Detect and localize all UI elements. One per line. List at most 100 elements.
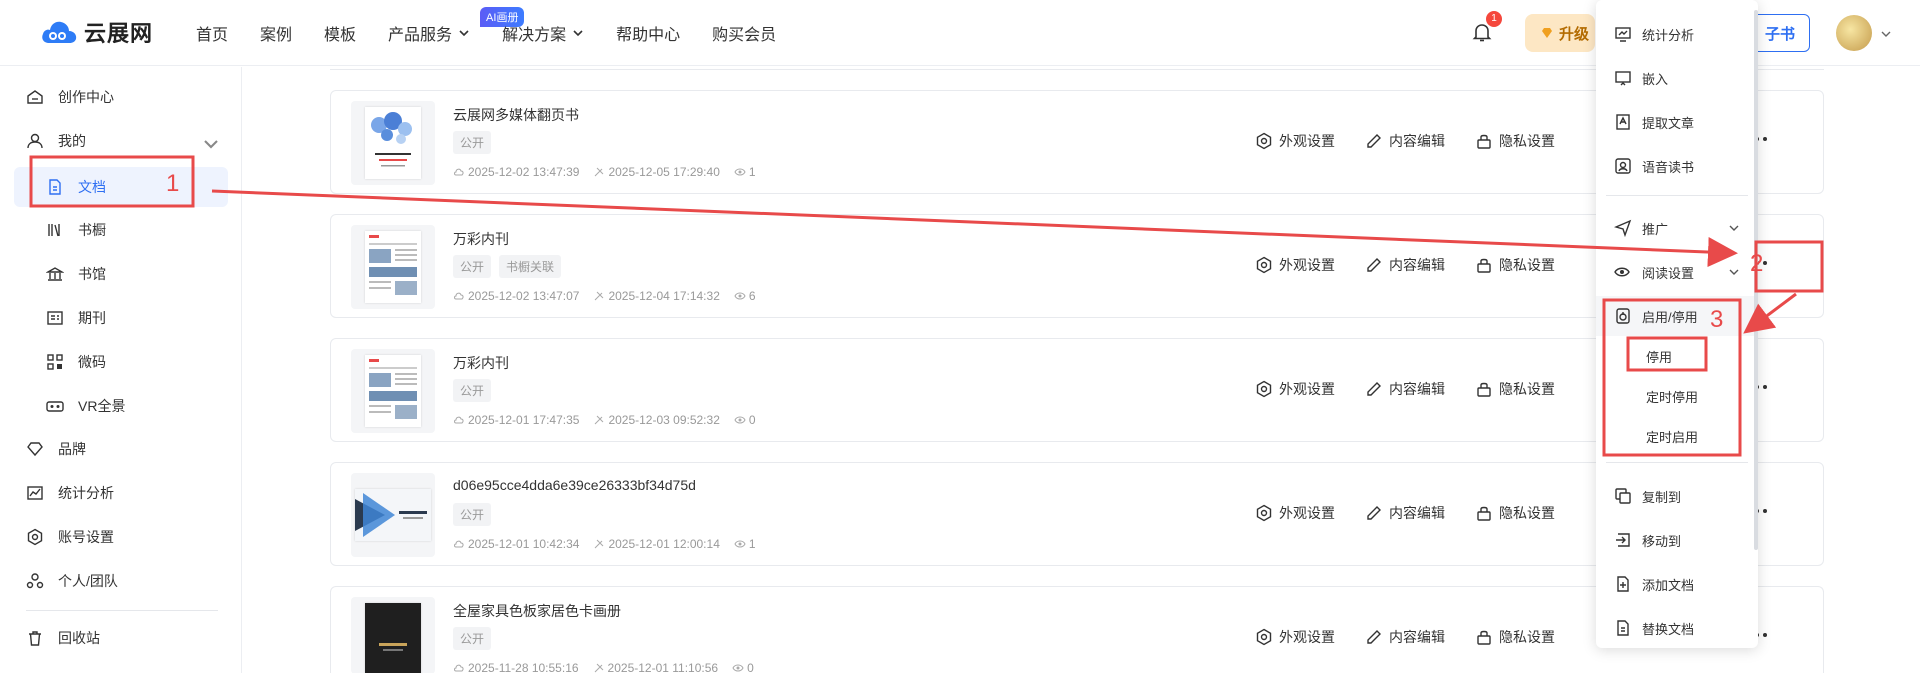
monitor-chart-icon: [1615, 27, 1631, 42]
user-icon: [27, 133, 43, 149]
sidebar-item-documents[interactable]: 文档: [14, 167, 228, 207]
eye-icon: [734, 540, 746, 548]
menu-label: 定时停用: [1646, 389, 1699, 405]
menu-item-timed-enable[interactable]: 定时启用: [1596, 416, 1758, 456]
nav-label: 帮助中心: [616, 27, 681, 44]
nav-membership[interactable]: 购买会员: [712, 21, 776, 45]
sidebar-item-library[interactable]: 书馆: [0, 254, 242, 294]
sidebar-item-statistics[interactable]: 统计分析: [0, 473, 242, 513]
nav-templates[interactable]: 模板: [324, 21, 356, 45]
menu-item-extract-article[interactable]: 提取文章: [1596, 102, 1758, 142]
nav-home[interactable]: 首页: [196, 21, 228, 45]
sidebar-item-microcode[interactable]: 微码: [0, 342, 242, 382]
document-title[interactable]: 万彩内刊: [453, 353, 509, 373]
edit-icon: [1367, 134, 1381, 148]
avatar[interactable]: [1836, 15, 1872, 51]
eye-icon: [734, 416, 746, 424]
sidebar-item-recycle-bin[interactable]: 回收站: [0, 618, 242, 658]
content-edit-button[interactable]: 内容编辑: [1365, 627, 1445, 647]
edit-icon: [1367, 506, 1381, 520]
menu-item-timed-disable[interactable]: 定时停用: [1596, 376, 1758, 416]
lock-icon: [1477, 382, 1491, 397]
nav-solutions[interactable]: 解决方案: [502, 21, 584, 45]
menu-item-promote[interactable]: 推广: [1596, 208, 1758, 248]
privacy-settings-button[interactable]: 隐私设置: [1475, 255, 1555, 275]
content-edit-button[interactable]: 内容编辑: [1365, 503, 1445, 523]
appearance-settings-button[interactable]: 外观设置: [1255, 131, 1335, 151]
chevron-down-icon[interactable]: [1880, 28, 1892, 40]
nav-products[interactable]: 产品服务 AI画册: [388, 7, 525, 45]
appearance-settings-button[interactable]: 外观设置: [1255, 379, 1335, 399]
menu-item-voice-reading[interactable]: 语音读书: [1596, 146, 1758, 186]
nav-label: 购买会员: [712, 27, 777, 44]
visibility-tag: 公开: [453, 255, 492, 278]
logo[interactable]: 云展网: [40, 16, 153, 48]
menu-scrollbar[interactable]: [1754, 10, 1758, 550]
menu-item-copy-to[interactable]: 复制到: [1596, 476, 1758, 516]
menu-item-move-to[interactable]: 移动到: [1596, 520, 1758, 560]
lock-icon: [1477, 258, 1491, 273]
menu-divider: [1606, 462, 1748, 463]
hexagon-settings-icon: [1256, 504, 1272, 522]
appearance-settings-button[interactable]: 外观设置: [1255, 255, 1335, 275]
updated-time: 2025-12-01 12:00:14: [608, 537, 720, 551]
privacy-settings-button[interactable]: 隐私设置: [1475, 503, 1555, 523]
sidebar-divider: [26, 610, 218, 611]
sidebar-item-label: VR全景: [78, 398, 126, 414]
menu-label: 启用/停用: [1642, 309, 1698, 325]
document-title[interactable]: 全屋家具色板家居色卡画册: [453, 601, 621, 621]
document-thumbnail[interactable]: [351, 349, 435, 433]
appearance-settings-button[interactable]: 外观设置: [1255, 503, 1335, 523]
cover-image: [365, 355, 421, 427]
menu-label: 统计分析: [1642, 27, 1695, 43]
appearance-settings-button[interactable]: 外观设置: [1255, 627, 1335, 647]
privacy-settings-button[interactable]: 隐私设置: [1475, 627, 1555, 647]
diamond-icon: [27, 442, 43, 457]
menu-item-replace-document[interactable]: 替换文档: [1596, 608, 1758, 648]
content-edit-button[interactable]: 内容编辑: [1365, 131, 1445, 151]
document-thumbnail[interactable]: [351, 101, 435, 185]
view-count: 0: [748, 413, 756, 427]
move-icon: [1616, 533, 1630, 547]
voice-book-icon: [1615, 158, 1631, 174]
menu-label: 推广: [1642, 221, 1669, 237]
document-thumbnail[interactable]: [351, 597, 435, 673]
sidebar-item-mine[interactable]: 我的: [0, 121, 242, 161]
annotation-number: 1: [166, 170, 180, 197]
action-label: 隐私设置: [1499, 505, 1555, 521]
sidebar-item-team[interactable]: 个人/团队: [0, 561, 242, 601]
sidebar-item-vr[interactable]: VR全景: [0, 386, 242, 426]
view-count: 1: [748, 165, 756, 179]
eye-icon: [734, 292, 746, 300]
diamond-icon: [1542, 28, 1552, 38]
content-edit-button[interactable]: 内容编辑: [1365, 255, 1445, 275]
content-edit-button[interactable]: 内容编辑: [1365, 379, 1445, 399]
sidebar-item-account-settings[interactable]: 账号设置: [0, 517, 242, 557]
document-title[interactable]: 云展网多媒体翻页书: [453, 105, 579, 125]
document-thumbnail[interactable]: [351, 225, 435, 309]
sidebar-item-periodical[interactable]: 期刊: [0, 298, 242, 338]
document-thumbnail[interactable]: [351, 473, 435, 557]
edit-time-icon: [594, 663, 603, 673]
upgrade-button[interactable]: 升级: [1525, 14, 1595, 52]
document-title[interactable]: 万彩内刊: [453, 229, 509, 249]
nav-label: 模板: [324, 27, 357, 44]
menu-item-embed[interactable]: 嵌入: [1596, 58, 1758, 98]
cover-image: [355, 489, 431, 541]
sidebar-item-bookshelf[interactable]: 书橱: [0, 210, 242, 250]
menu-item-add-document[interactable]: 添加文档: [1596, 564, 1758, 604]
menu-item-reading-settings[interactable]: 阅读设置: [1596, 252, 1758, 292]
menu-item-statistics[interactable]: 统计分析: [1596, 14, 1758, 54]
menu-item-enable-disable[interactable]: 启用/停用: [1596, 296, 1758, 336]
nav-cases[interactable]: 案例: [260, 21, 292, 45]
privacy-settings-button[interactable]: 隐私设置: [1475, 379, 1555, 399]
lock-icon: [1477, 134, 1491, 149]
menu-item-disable[interactable]: 停用: [1596, 336, 1758, 376]
sidebar-item-creation-center[interactable]: 创作中心: [0, 77, 242, 117]
sidebar-item-brand[interactable]: 品牌: [0, 429, 242, 469]
privacy-settings-button[interactable]: 隐私设置: [1475, 131, 1555, 151]
document-title[interactable]: d06e95cce4dda6e39ce26333bf34d75d: [453, 477, 696, 493]
nav-help[interactable]: 帮助中心: [616, 21, 680, 45]
menu-label: 添加文档: [1642, 577, 1695, 593]
annotation-number: 3: [1710, 306, 1724, 333]
